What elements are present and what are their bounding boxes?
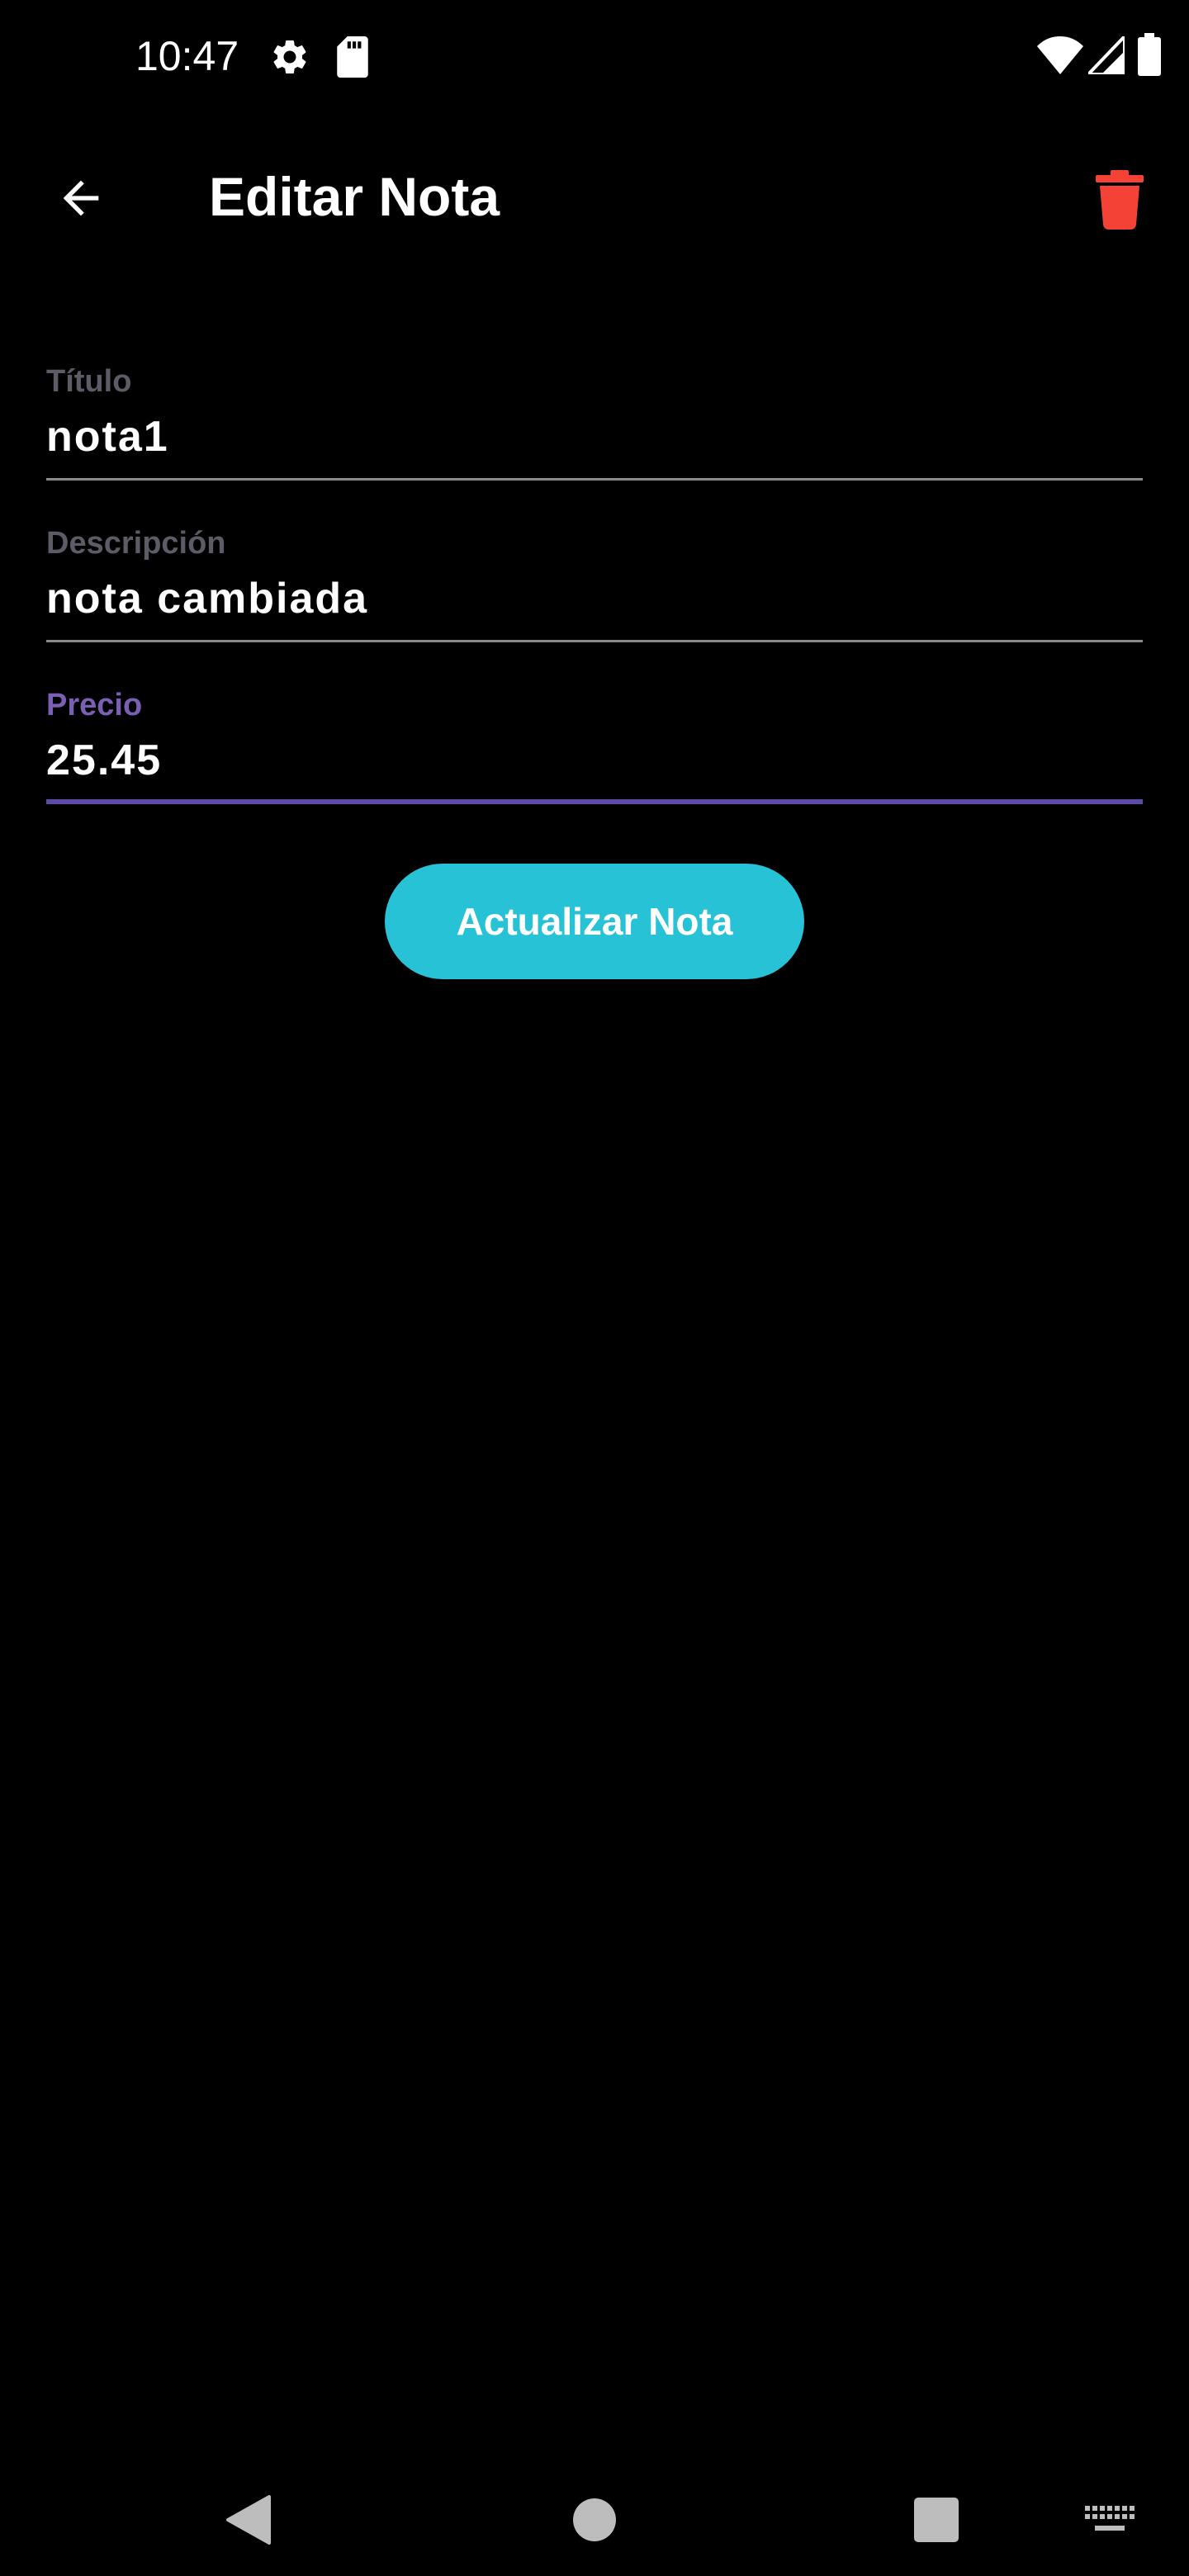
update-note-button[interactable]: Actualizar Nota	[385, 864, 804, 979]
delete-button[interactable]	[1070, 150, 1169, 249]
gear-icon	[273, 40, 306, 73]
nav-back-button[interactable]	[208, 2480, 287, 2559]
price-field-underline	[46, 799, 1143, 804]
status-time: 10:47	[135, 33, 239, 79]
battery-icon	[1138, 33, 1161, 76]
back-triangle-icon	[226, 2495, 271, 2545]
trash-icon	[1096, 170, 1144, 230]
arrow-back-icon	[63, 180, 99, 216]
keyboard-icon	[1085, 2506, 1135, 2531]
home-circle-icon	[573, 2498, 616, 2541]
title-field-value[interactable]: nota1	[46, 408, 169, 466]
nav-recents-button[interactable]	[897, 2480, 976, 2559]
keyboard-switch-button[interactable]	[1070, 2480, 1149, 2559]
signal-icon	[1088, 36, 1125, 74]
back-button[interactable]	[33, 150, 129, 246]
navigation-bar	[0, 2460, 1189, 2576]
recents-square-icon	[914, 2498, 959, 2542]
price-field-value[interactable]: 25.45	[46, 732, 162, 789]
description-field-label: Descripción	[46, 526, 226, 561]
update-note-button-label: Actualizar Nota	[456, 900, 733, 943]
top-app-bar: Editar Nota	[0, 116, 1189, 272]
price-field[interactable]: Precio 25.45	[46, 642, 1143, 804]
title-field-label: Título	[46, 364, 132, 399]
sd-card-icon	[337, 36, 368, 78]
nav-home-button[interactable]	[555, 2480, 634, 2559]
status-bar: 10:47	[0, 0, 1189, 116]
description-field-value[interactable]: nota cambiada	[46, 570, 368, 627]
description-field[interactable]: Descripción nota cambiada	[46, 481, 1143, 642]
page-title: Editar Nota	[209, 166, 500, 227]
price-field-label: Precio	[46, 688, 143, 722]
wifi-icon	[1037, 36, 1083, 74]
title-field[interactable]: Título nota1	[46, 319, 1143, 481]
